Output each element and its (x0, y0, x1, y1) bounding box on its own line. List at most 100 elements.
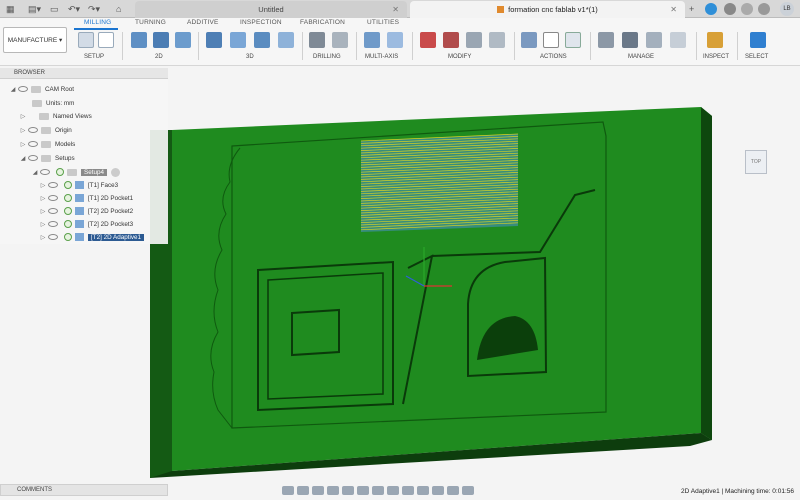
grid-icon[interactable] (372, 486, 384, 495)
pocket-2d-icon[interactable] (153, 32, 169, 48)
tab-inspection[interactable]: INSPECTION (240, 19, 282, 26)
redo-icon[interactable]: ↷▾ (88, 3, 100, 15)
select-icon[interactable] (750, 32, 766, 48)
eye-icon[interactable] (40, 169, 50, 175)
setup-options-icon[interactable] (110, 167, 120, 177)
group-label-setup[interactable]: SETUP (84, 54, 104, 60)
look-at-icon[interactable] (297, 486, 309, 495)
pocket-3d-icon[interactable] (230, 32, 246, 48)
manage-icon[interactable] (646, 32, 662, 48)
template-icon[interactable] (622, 32, 638, 48)
close-icon[interactable]: ✕ (670, 5, 677, 14)
expand-arrow-icon[interactable]: ▷ (20, 141, 26, 148)
expand-arrow-icon[interactable]: ▷ (40, 182, 46, 189)
expand-arrow-icon[interactable]: ◢ (32, 169, 38, 176)
tree-models[interactable]: ▷ Models (20, 138, 75, 150)
help-icon[interactable] (758, 3, 770, 15)
eye-icon[interactable] (48, 208, 58, 214)
file-menu-icon[interactable]: ▤▾ (28, 3, 41, 15)
tab-untitled[interactable]: Untitled ✕ (135, 1, 407, 18)
viewcube[interactable]: TOP (745, 150, 767, 174)
environment-icon[interactable] (432, 486, 444, 495)
job-status-icon[interactable] (724, 3, 736, 15)
visual-style-icon[interactable] (417, 486, 429, 495)
tab-turning[interactable]: TURNING (135, 19, 166, 26)
contour-2d-icon[interactable] (175, 32, 191, 48)
expand-arrow-icon[interactable]: ▷ (40, 234, 46, 241)
group-label-actions[interactable]: ACTIONS (540, 54, 567, 60)
tree-op-pocket2[interactable]: ▷ [T2] 2D Pocket2 (40, 205, 133, 217)
eye-icon[interactable] (18, 86, 28, 92)
eye-icon[interactable] (48, 234, 58, 240)
hole-recognition-icon[interactable] (332, 32, 348, 48)
tree-op-adaptive1[interactable]: ▷ [T2] 2D Adaptive1 (40, 231, 145, 243)
pan-icon[interactable] (312, 486, 324, 495)
tab-fabrication[interactable]: FABRICATION (300, 19, 345, 26)
zoom-icon[interactable] (327, 486, 339, 495)
delete-icon[interactable] (443, 32, 459, 48)
swarf-icon[interactable] (364, 32, 380, 48)
measure-icon[interactable] (707, 32, 723, 48)
duplicate-icon[interactable] (489, 32, 505, 48)
scallop-3d-icon[interactable] (278, 32, 294, 48)
apps-grid-icon[interactable]: ▦ (6, 3, 15, 15)
expand-arrow-icon[interactable]: ▷ (40, 195, 46, 202)
expand-arrow-icon[interactable]: ▷ (40, 221, 46, 228)
tree-op-pocket1[interactable]: ▷ [T1] 2D Pocket1 (40, 192, 133, 204)
eye-icon[interactable] (48, 195, 58, 201)
tree-setup4[interactable]: ◢ Setup4 (32, 166, 120, 178)
simulate-icon[interactable] (521, 32, 537, 48)
expand-arrow-icon[interactable]: ◢ (20, 155, 26, 162)
group-label-multi-axis[interactable]: MULTI-AXIS (365, 54, 398, 60)
adaptive-3d-icon[interactable] (206, 32, 222, 48)
tree-setups[interactable]: ◢ Setups (20, 152, 75, 164)
close-icon[interactable]: ✕ (392, 5, 399, 14)
viewports-icon[interactable] (387, 486, 399, 495)
group-label-inspect[interactable]: INSPECT (703, 54, 729, 60)
eye-icon[interactable] (48, 182, 58, 188)
expand-arrow-icon[interactable]: ▷ (20, 127, 26, 134)
home-icon[interactable]: ⌂ (116, 3, 121, 15)
tab-active-document[interactable]: formation cnc fablab v1*(1) ✕ (410, 1, 685, 18)
effects-icon[interactable] (447, 486, 459, 495)
generate-icon[interactable] (466, 32, 482, 48)
avatar[interactable]: LB (780, 2, 794, 16)
comments-panel[interactable]: COMMENTS (0, 484, 168, 496)
notifications-icon[interactable] (741, 3, 753, 15)
undo-icon[interactable]: ↶▾ (68, 3, 80, 15)
eye-icon[interactable] (48, 221, 58, 227)
group-label-drilling[interactable]: DRILLING (313, 54, 341, 60)
drill-icon[interactable] (309, 32, 325, 48)
eye-icon[interactable] (28, 127, 38, 133)
parallel-3d-icon[interactable] (254, 32, 270, 48)
tab-additive[interactable]: ADDITIVE (187, 19, 219, 26)
orbit-icon[interactable] (282, 486, 294, 495)
tree-cam-root[interactable]: ◢ CAM Root (10, 83, 74, 95)
group-label-3d[interactable]: 3D (246, 54, 254, 60)
manage-more-icon[interactable] (670, 32, 686, 48)
new-setup-icon[interactable] (78, 32, 94, 48)
expand-arrow-icon[interactable]: ◢ (10, 86, 16, 93)
tree-op-pocket3[interactable]: ▷ [T2] 2D Pocket3 (40, 218, 133, 230)
multi-axis-contour-icon[interactable] (387, 32, 403, 48)
tree-units[interactable]: Units: mm (32, 97, 74, 109)
group-label-select[interactable]: SELECT (745, 54, 768, 60)
new-tab-icon[interactable]: + (689, 3, 694, 15)
setup-g-icon[interactable] (98, 32, 114, 48)
group-label-manage[interactable]: MANAGE (628, 54, 654, 60)
workspace-switcher[interactable]: MANUFACTURE ▾ (3, 27, 67, 53)
setup-sheet-icon[interactable] (565, 32, 581, 48)
browser-header[interactable]: BROWSER (0, 68, 168, 79)
tree-named-views[interactable]: ▷ Named Views (20, 110, 92, 122)
fit-icon[interactable] (342, 486, 354, 495)
tool-library-icon[interactable] (598, 32, 614, 48)
tree-origin[interactable]: ▷ Origin (20, 124, 72, 136)
camera-icon[interactable] (402, 486, 414, 495)
toolpath-display-icon[interactable] (462, 486, 474, 495)
tree-op-face3[interactable]: ▷ [T1] Face3 (40, 179, 118, 191)
extensions-icon[interactable] (705, 3, 717, 15)
expand-arrow-icon[interactable]: ▷ (40, 208, 46, 215)
expand-arrow-icon[interactable]: ▷ (20, 113, 26, 120)
face-icon[interactable] (131, 32, 147, 48)
eye-icon[interactable] (28, 141, 38, 147)
